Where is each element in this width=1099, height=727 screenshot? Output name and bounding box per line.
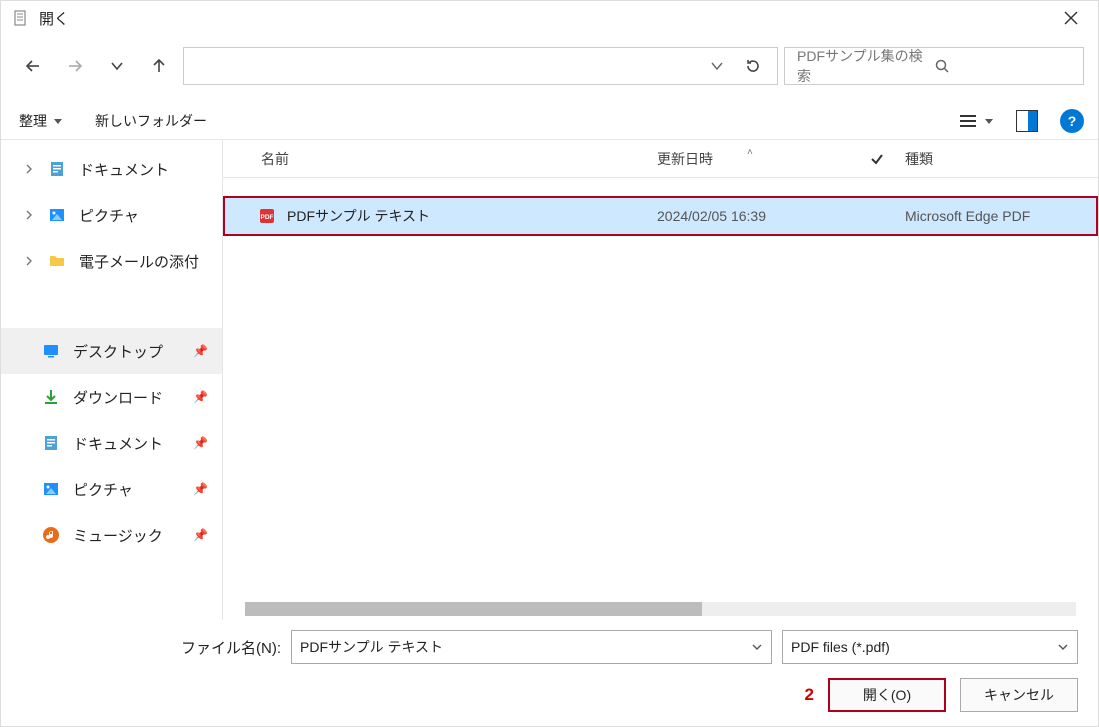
preview-pane-toggle[interactable] (1016, 110, 1038, 132)
recent-locations-button[interactable] (99, 48, 135, 84)
sidebar-item-music[interactable]: ミュージック 📌 (1, 512, 222, 558)
chevron-down-icon[interactable] (1057, 641, 1069, 653)
list-icon (958, 113, 978, 129)
filename-input[interactable]: PDFサンプル テキスト (291, 630, 772, 664)
sidebar-item-desktop[interactable]: デスクトップ 📌 (1, 328, 222, 374)
search-icon (934, 58, 1071, 74)
forward-button[interactable] (57, 48, 93, 84)
file-type: Microsoft Edge PDF (897, 208, 1098, 224)
sidebar-item-documents-quick[interactable]: ドキュメント 📌 (1, 420, 222, 466)
sidebar-item-email-attachments[interactable]: 電子メールの添付 (1, 238, 222, 284)
file-date: 2024/02/05 16:39 (657, 208, 857, 224)
list-header: 名前 更新日時 ˄ 種類 (223, 140, 1098, 178)
back-button[interactable] (15, 48, 51, 84)
navigation-row: PDFサンプル集の検索 (1, 35, 1098, 103)
refresh-button[interactable] (735, 48, 771, 84)
scrollbar-thumb[interactable] (245, 602, 702, 616)
pin-icon: 📌 (193, 390, 208, 404)
new-folder-button[interactable]: 新しいフォルダー (95, 111, 207, 131)
pin-icon: 📌 (193, 436, 208, 450)
document-icon (47, 159, 67, 179)
sidebar-item-pictures[interactable]: ピクチャ (1, 192, 222, 238)
help-button[interactable]: ? (1060, 109, 1084, 133)
column-header-type[interactable]: 種類 (897, 149, 1098, 169)
file-list: 1 PDF PDFサンプル テキスト 2024/02/05 16:39 Micr… (223, 178, 1098, 602)
window-title: 開く (39, 8, 69, 29)
desktop-icon (41, 341, 61, 361)
column-header-date[interactable]: 更新日時 ˄ (657, 149, 857, 169)
close-button[interactable] (1048, 1, 1094, 35)
search-input[interactable]: PDFサンプル集の検索 (784, 47, 1084, 85)
sidebar: ドキュメント ピクチャ 電子メールの添付 デスクトップ 📌 ダウンロード (1, 140, 223, 620)
up-button[interactable] (141, 48, 177, 84)
chevron-down-icon[interactable] (751, 641, 763, 653)
chevron-right-icon (23, 209, 35, 221)
title-bar: 開く (1, 1, 1098, 35)
chevron-down-icon (984, 116, 994, 126)
body: ドキュメント ピクチャ 電子メールの添付 デスクトップ 📌 ダウンロード (1, 139, 1098, 620)
document-icon (41, 433, 61, 453)
sidebar-item-downloads[interactable]: ダウンロード 📌 (1, 374, 222, 420)
filename-label: ファイル名(N): (21, 637, 281, 658)
folder-icon (47, 251, 67, 271)
file-row[interactable]: PDF PDFサンプル テキスト 2024/02/05 16:39 Micros… (223, 196, 1098, 236)
horizontal-scrollbar[interactable] (245, 602, 1076, 616)
column-header-check[interactable] (857, 151, 897, 167)
chevron-right-icon (23, 255, 35, 267)
pdf-icon: PDF (257, 206, 277, 226)
view-menu[interactable] (958, 113, 994, 129)
address-bar[interactable] (183, 47, 778, 85)
column-header-name[interactable]: 名前 (223, 149, 657, 169)
pin-icon: 📌 (193, 482, 208, 496)
file-type-filter[interactable]: PDF files (*.pdf) (782, 630, 1078, 664)
organize-menu[interactable]: 整理 (19, 111, 63, 131)
sidebar-item-pictures-quick[interactable]: ピクチャ 📌 (1, 466, 222, 512)
search-placeholder: PDFサンプル集の検索 (797, 46, 934, 86)
cancel-button[interactable]: キャンセル (960, 678, 1078, 712)
svg-text:PDF: PDF (261, 214, 274, 221)
open-dialog: 開く PDFサンプル集の検索 (0, 0, 1099, 727)
address-dropdown-icon[interactable] (699, 48, 735, 84)
pin-icon: 📌 (193, 528, 208, 542)
callout-2: 2 (805, 685, 814, 705)
file-name: PDFサンプル テキスト (287, 206, 430, 226)
music-icon (41, 525, 61, 545)
file-list-area: 名前 更新日時 ˄ 種類 1 PDF PDFサンプル テキスト (223, 140, 1098, 620)
sidebar-item-documents[interactable]: ドキュメント (1, 146, 222, 192)
picture-icon (47, 205, 67, 225)
open-button[interactable]: 開く(O) (828, 678, 946, 712)
pin-icon: 📌 (193, 344, 208, 358)
footer: ファイル名(N): PDFサンプル テキスト PDF files (*.pdf)… (1, 620, 1098, 726)
chevron-right-icon (23, 163, 35, 175)
chevron-down-icon (53, 116, 63, 126)
sort-arrow-icon: ˄ (747, 147, 753, 158)
download-icon (41, 387, 61, 407)
picture-icon (41, 479, 61, 499)
toolbar: 整理 新しいフォルダー ? (1, 103, 1098, 139)
app-icon (11, 8, 31, 28)
